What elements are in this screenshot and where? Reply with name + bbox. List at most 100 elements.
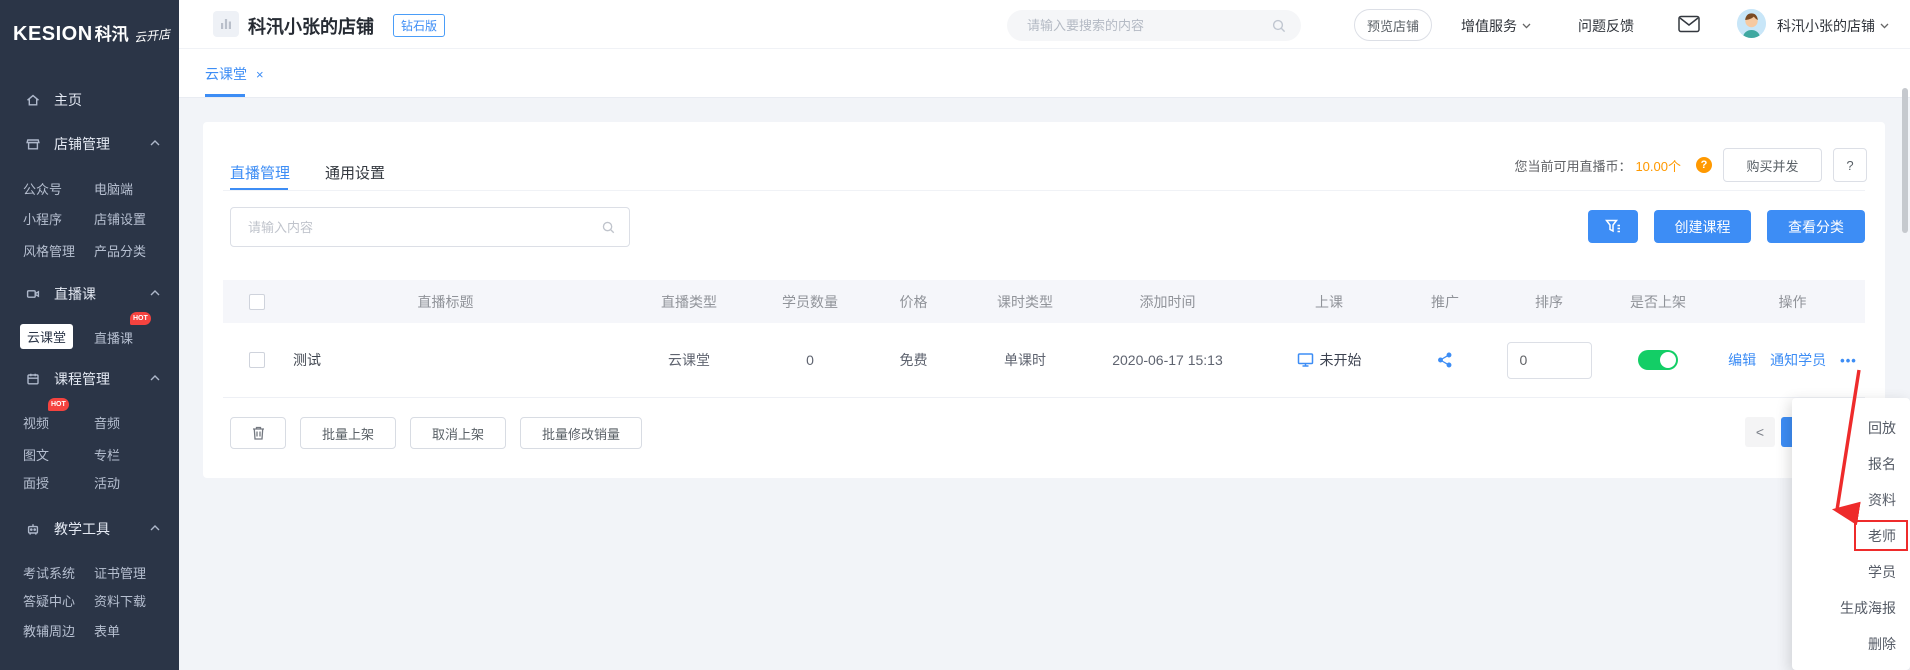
sidebar-item[interactable]: 店铺设置 <box>94 209 146 228</box>
cell-promote[interactable] <box>1388 352 1502 368</box>
value-service-label: 增值服务 <box>1461 18 1517 34</box>
col-on-shelf: 是否上架 <box>1630 293 1686 310</box>
batch-delete-button[interactable] <box>230 417 286 449</box>
menu-item-students[interactable]: 学员 <box>1792 554 1910 590</box>
coin-help-icon[interactable]: ? <box>1696 157 1712 173</box>
sidebar-group-live[interactable]: 直播课 <box>25 284 96 304</box>
more-actions-button[interactable]: ••• <box>1840 353 1857 368</box>
menu-item-delete[interactable]: 删除 <box>1792 626 1910 662</box>
sidebar-item[interactable]: 专栏 <box>94 445 120 464</box>
plan-badge: 钻石版 <box>393 14 446 37</box>
col-promote: 推广 <box>1431 293 1459 310</box>
filter-button[interactable] <box>1588 210 1638 243</box>
scrollbar-thumb[interactable] <box>1902 88 1908 233</box>
pagination-prev-button[interactable]: < <box>1745 417 1775 447</box>
batch-put-on-button[interactable]: 批量上架 <box>300 417 397 449</box>
sidebar-item[interactable]: 图文 <box>23 445 49 464</box>
top-header: 科汛小张的店铺 钻石版 预览店铺 增值服务 问题反馈 科汛小张的店铺 <box>179 0 1910 49</box>
account-name: 科汛小张的店铺 <box>1777 18 1875 34</box>
sidebar-group-shop[interactable]: 店铺管理 <box>25 134 110 154</box>
shop-stats-icon <box>213 11 239 37</box>
brand-logo-en: KESION <box>13 23 93 45</box>
help-button[interactable]: ? <box>1833 148 1867 182</box>
global-search-input[interactable] <box>1025 17 1271 34</box>
sidebar-item[interactable]: 电脑端 <box>94 179 133 198</box>
sidebar-group-label: 教学工具 <box>54 521 110 537</box>
sidebar: KESION 科汛 云开店 主页 店铺管理 公众号 电脑端 小程序 店铺设置 风… <box>0 0 179 670</box>
sidebar-group-label: 课程管理 <box>54 371 110 387</box>
chevron-up-icon[interactable] <box>150 140 160 146</box>
sidebar-item[interactable]: 小程序 <box>23 209 62 228</box>
tab-general-settings[interactable]: 通用设置 <box>325 162 385 183</box>
brand-logo: KESION 科汛 云开店 <box>13 20 170 46</box>
sidebar-group-tools[interactable]: 教学工具 <box>25 519 110 539</box>
sidebar-item[interactable]: 视频 <box>23 413 49 432</box>
sort-input[interactable] <box>1506 341 1592 379</box>
sidebar-item[interactable]: 公众号 <box>23 179 62 198</box>
sidebar-item-home[interactable]: 主页 <box>25 90 82 110</box>
mail-icon[interactable] <box>1678 15 1700 33</box>
menu-item-signup[interactable]: 报名 <box>1792 446 1910 482</box>
col-live-type: 直播类型 <box>661 293 717 310</box>
sidebar-item[interactable]: 表单 <box>94 621 120 640</box>
chevron-up-icon[interactable] <box>150 290 160 296</box>
table-search-input[interactable] <box>246 218 601 236</box>
sidebar-item[interactable]: 考试系统 <box>23 563 75 582</box>
tab-live-manage[interactable]: 直播管理 <box>230 162 290 183</box>
sidebar-item[interactable]: 教辅周边 <box>23 621 75 640</box>
tab-label: 云课堂 <box>205 66 247 82</box>
sidebar-item[interactable]: 产品分类 <box>94 241 146 260</box>
view-category-button[interactable]: 查看分类 <box>1767 210 1865 243</box>
buy-concurrency-button[interactable]: 购买并发 <box>1723 148 1822 182</box>
preview-shop-button[interactable]: 预览店铺 <box>1354 9 1432 41</box>
chevron-up-icon[interactable] <box>150 525 160 531</box>
live-manage-panel: 直播管理 通用设置 您当前可用直播币： 10.00个 ? 购买并发 ? 创建课程… <box>203 122 1885 478</box>
close-icon[interactable]: × <box>256 67 264 82</box>
sidebar-item-cloud-classroom[interactable]: 云课堂 <box>20 324 74 349</box>
active-tab-underline <box>205 94 245 97</box>
menu-item-poster[interactable]: 生成海报 <box>1792 590 1910 626</box>
menu-item-playback[interactable]: 回放 <box>1792 410 1910 446</box>
avatar[interactable] <box>1737 9 1766 38</box>
sidebar-item[interactable]: 资料下载 <box>94 591 146 610</box>
batch-modify-sales-button[interactable]: 批量修改销量 <box>520 417 643 449</box>
cell-lesson-type: 单课时 <box>1004 352 1046 368</box>
create-course-button[interactable]: 创建课程 <box>1654 210 1751 243</box>
row-checkbox[interactable] <box>249 352 265 368</box>
table-search[interactable] <box>230 207 630 247</box>
page-title: 科汛小张的店铺 <box>248 17 374 37</box>
search-icon <box>601 220 616 235</box>
col-student-count: 学员数量 <box>782 293 838 310</box>
sidebar-group-label: 店铺管理 <box>54 136 110 152</box>
global-search[interactable] <box>1007 10 1301 41</box>
notify-students-link[interactable]: 通知学员 <box>1770 350 1826 370</box>
account-menu[interactable]: 科汛小张的店铺 <box>1777 16 1889 36</box>
cell-student-count: 0 <box>806 352 814 368</box>
chevron-down-icon <box>1522 23 1531 29</box>
live-course-table: 直播标题 直播类型 学员数量 价格 课时类型 添加时间 上课 推广 排序 是否上… <box>223 280 1865 398</box>
sidebar-item[interactable]: 证书管理 <box>94 563 146 582</box>
menu-item-materials[interactable]: 资料 <box>1792 482 1910 518</box>
select-all-checkbox[interactable] <box>249 293 265 310</box>
sidebar-item[interactable]: 音频 <box>94 413 120 432</box>
cell-class-status[interactable]: 未开始 <box>1270 350 1388 370</box>
sidebar-group-course[interactable]: 课程管理 <box>25 369 110 389</box>
sidebar-item[interactable]: 活动 <box>94 473 120 492</box>
edit-link[interactable]: 编辑 <box>1728 350 1756 370</box>
sidebar-item[interactable]: 风格管理 <box>23 241 75 260</box>
col-price: 价格 <box>899 293 928 310</box>
divider <box>223 190 1865 191</box>
sidebar-item[interactable]: 面授 <box>23 473 49 492</box>
trash-icon <box>251 425 266 441</box>
value-service-menu[interactable]: 增值服务 <box>1461 16 1531 36</box>
tab-cloud-classroom[interactable]: 云课堂 × <box>205 64 264 84</box>
chevron-up-icon[interactable] <box>150 375 160 381</box>
on-shelf-toggle[interactable] <box>1638 350 1678 370</box>
sidebar-item-live-course[interactable]: 直播课 <box>94 328 133 347</box>
feedback-link[interactable]: 问题反馈 <box>1578 16 1634 36</box>
share-icon[interactable] <box>1437 352 1453 368</box>
sidebar-item[interactable]: 答疑中心 <box>23 591 75 610</box>
cell-live-type: 云课堂 <box>668 352 710 368</box>
col-added-time: 添加时间 <box>1139 293 1196 310</box>
batch-take-off-button[interactable]: 取消上架 <box>410 417 507 449</box>
